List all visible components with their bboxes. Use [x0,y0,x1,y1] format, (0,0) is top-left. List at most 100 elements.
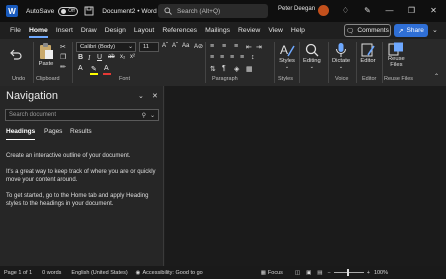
tab-insert[interactable]: Insert [52,22,77,39]
comments-button[interactable]: 🗨 Comments [344,24,391,37]
editor-group-label: Editor [362,76,377,82]
restore-icon[interactable]: ❐ [406,5,417,16]
font-family-value: Calibri (Body) [80,44,116,50]
align-right-icon[interactable]: ≡ [230,54,234,61]
styles-button[interactable]: A Styles ⌄ [279,42,295,70]
read-mode-icon[interactable]: ◫ [295,270,300,276]
clear-formatting-icon[interactable]: A⊘ [194,43,203,50]
divider [274,42,275,83]
zoom-slider-thumb[interactable] [346,269,349,276]
tab-file[interactable]: File [6,22,25,39]
zoom-out-icon[interactable]: − [328,270,331,276]
subscript-icon[interactable]: x₂ [120,54,125,60]
minimize-icon[interactable]: — [384,5,395,16]
tab-draw[interactable]: Draw [77,22,101,39]
paste-button[interactable]: Paste [38,42,54,67]
bullets-icon[interactable]: ≡ [210,43,214,50]
close-icon[interactable]: ✕ [152,92,158,100]
save-icon[interactable] [84,6,94,16]
share-button[interactable]: ↗ Share [394,24,428,37]
navigation-title: Navigation [6,90,58,102]
chevron-down-icon: ⌄ [338,64,344,70]
tab-headings[interactable]: Headings [6,128,36,140]
strikethrough-icon[interactable]: ab [108,54,115,60]
navigation-help-text: Create an interactive outline of your do… [6,153,131,159]
web-layout-icon[interactable]: ▤ [317,270,322,276]
focus-button[interactable]: Focus [268,270,283,276]
align-left-icon[interactable]: ≡ [210,54,214,61]
chevron-down-icon[interactable]: ⌄ [432,26,438,34]
shrink-font-icon[interactable]: Aˇ [172,43,178,49]
autosave-toggle[interactable]: Off [58,6,79,16]
show-hide-icon[interactable]: ¶ [222,65,226,72]
copy-icon[interactable]: ❐ [60,53,66,61]
editing-button[interactable]: Editing ⌄ [303,42,321,70]
tab-pages[interactable]: Pages [44,128,62,135]
collapse-ribbon-icon[interactable]: ⌃ [434,73,439,80]
zoom-slider[interactable] [333,269,364,276]
sort-icon[interactable]: ⇅ [210,65,216,73]
superscript-icon[interactable]: x² [130,54,135,60]
font-color-icon[interactable]: A [104,65,109,72]
text-effects-icon[interactable]: A [78,65,83,72]
styles-group-label: Styles [278,76,293,82]
zoom-in-icon[interactable]: + [367,270,370,276]
print-layout-icon[interactable]: ▣ [306,270,311,276]
tab-view[interactable]: View [264,22,287,39]
align-center-icon[interactable]: ≡ [220,54,224,61]
tab-results[interactable]: Results [70,128,92,135]
justify-icon[interactable]: ≡ [240,54,244,61]
word-count[interactable]: 0 words [42,270,61,276]
paste-label: Paste [38,61,54,67]
tab-mailings[interactable]: Mailings [201,22,234,39]
shading-icon[interactable]: ◈ [234,65,239,73]
change-case-icon[interactable]: Aa [182,43,189,49]
grow-font-icon[interactable]: Aˆ [162,43,168,49]
search-box[interactable]: Search (Alt+Q) [158,4,268,18]
tab-home[interactable]: Home [25,22,52,39]
language[interactable]: English (United States) [71,270,127,276]
styles-icon: A [280,43,295,57]
tab-references[interactable]: References [158,22,201,39]
paragraph-group-label: Paragraph [212,76,238,82]
word-logo-icon: W [6,5,18,17]
highlight-color-bar [90,73,98,75]
svg-text:A: A [280,43,288,57]
increase-indent-icon[interactable]: ⇥ [256,43,262,51]
dictate-button[interactable]: Dictate ⌄ [332,42,350,70]
zoom-level[interactable]: 100% [374,270,388,276]
numbering-icon[interactable]: ≡ [222,43,226,50]
font-family-select[interactable]: Calibri (Body) ⌄ [76,42,136,52]
share-icon: ↗ [398,27,404,35]
reuse-files-button[interactable]: Reuse Files [388,42,405,68]
tab-review[interactable]: Review [234,22,264,39]
line-spacing-icon[interactable]: ↕ [251,54,255,61]
close-icon[interactable]: ✕ [428,5,439,16]
document-canvas[interactable] [165,86,446,266]
format-painter-icon[interactable]: ✏ [60,63,66,71]
divider [205,42,206,83]
accessibility-status[interactable]: Accessibility: Good to go [142,270,202,276]
italic-icon[interactable]: I [88,54,90,62]
decrease-indent-icon[interactable]: ⇤ [246,43,252,51]
bold-icon[interactable]: B [78,54,83,61]
undo-button[interactable] [8,47,22,61]
borders-icon[interactable]: ▦ [246,65,253,73]
avatar[interactable] [318,5,329,16]
underline-icon[interactable]: U [97,54,102,61]
editor-button[interactable]: Editor [360,42,376,64]
pen-icon[interactable]: ✎ [362,5,373,16]
chevron-down-icon[interactable]: ⌄ [138,92,144,100]
page-count[interactable]: Page 1 of 1 [4,270,32,276]
chevron-down-icon: ⌄ [128,44,133,50]
tab-layout[interactable]: Layout [130,22,158,39]
highlight-icon[interactable]: ✎ [91,65,97,73]
tab-design[interactable]: Design [101,22,130,39]
cut-icon[interactable]: ✂ [60,43,66,51]
user-name[interactable]: Peter Deegan [278,6,315,12]
font-size-select[interactable]: 11 [139,42,159,52]
navigation-search-input[interactable]: Search document ⚲ ⌄ [5,109,159,121]
premium-diamond-icon[interactable]: ♢ [340,5,351,16]
multilevel-list-icon[interactable]: ≡ [234,43,238,50]
tab-help[interactable]: Help [287,22,309,39]
